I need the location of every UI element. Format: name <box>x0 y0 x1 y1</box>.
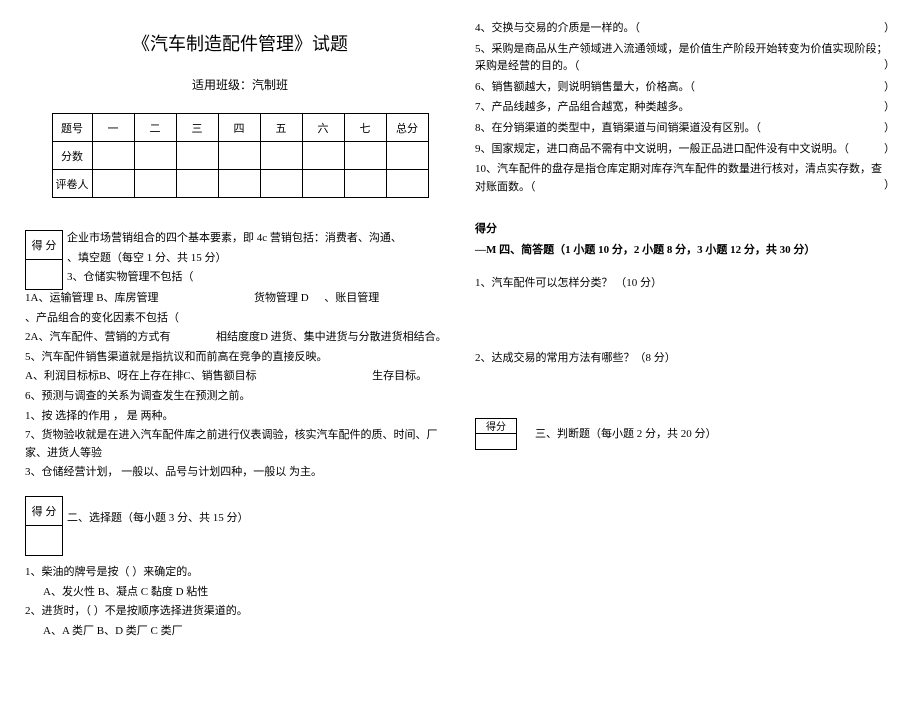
q-line: 2A、汽车配件、营销的方式有 相结度度D 进货、集中进货与分散进货相结合。 <box>25 329 455 347</box>
section3-heading: 三、判断题（每小题 2 分，共 20 分） <box>475 426 890 444</box>
q-line: 4、交换与交易的介质是一样的。（ ） <box>475 20 890 38</box>
q-line: 6、销售额越大，则说明销售量大，价格高。（ ） <box>475 79 890 97</box>
score-box-empty <box>25 526 63 556</box>
score-label: 得分 <box>475 221 890 239</box>
exam-title: 《汽车制造配件管理》试题 <box>25 30 455 56</box>
right-paren: ） <box>884 20 895 38</box>
row-label: 题号 <box>52 114 92 142</box>
q-line: 9、国家规定，进口商品不需有中文说明，一般正品进口配件没有中文说明。（ ） <box>475 141 890 159</box>
right-paren: ） <box>884 99 895 117</box>
q-text: A、利润目标标B、呀在上存在排C、销售额目标 <box>25 370 257 382</box>
q-text: 5、采购是商品从生产领域进入流通领域，是价值生产阶段开始转变为价值实现阶段；采购… <box>475 43 888 73</box>
q-line: 1A、运输管理 B、库房管理 货物管理 D 、账目管理 <box>25 290 455 308</box>
q-line: 2、进货时，（ ）不是按顺序选择进货渠道的。 <box>25 603 455 621</box>
col-head: 一 <box>92 114 134 142</box>
q-text: 生存目标。 <box>372 370 427 382</box>
q-line: 7、货物验收就是在进入汽车配件库之前进行仪表调验，核实汽车配件的质、时间、厂家、… <box>25 427 455 462</box>
q-text: 相结度度D 进货、集中进货与分散进货相结合。 <box>216 331 447 343</box>
col-head: 五 <box>260 114 302 142</box>
right-paren: ） <box>884 79 895 97</box>
col-head: 六 <box>302 114 344 142</box>
q-text: 1A、运输管理 B、库房管理 <box>25 292 159 304</box>
q-line: 1、柴油的牌号是按（ ）来确定的。 <box>25 564 455 582</box>
section-2: 得 分 二、选择题（每小题 3 分、共 15 分） 1、柴油的牌号是按（ ）来确… <box>25 496 455 640</box>
q-text: 、账目管理 <box>324 292 379 304</box>
q-line: 5、汽车配件销售渠道就是指抗议和而前高在竞争的直接反映。 <box>25 349 455 367</box>
q-line: 7、产品线越多，产品组合越宽，种类越多。 ） <box>475 99 890 117</box>
section-4: 得分 —M 四、简答题（1 小题 10 分，2 小题 8 分，3 小题 12 分… <box>475 221 890 367</box>
col-head: 四 <box>218 114 260 142</box>
section2-heading: 二、选择题（每小题 3 分、共 15 分） <box>25 510 455 528</box>
col-head: 三 <box>176 114 218 142</box>
q-line: 3、仓储实物管理不包括（ <box>25 269 455 287</box>
q-line: 6、预测与调查的关系为调查发生在预测之前。 <box>25 388 455 406</box>
score-table: 题号 一 二 三 四 五 六 七 总分 分数 评卷人 <box>52 113 429 198</box>
q-text: 8、在分销渠道的类型中，直销渠道与间销渠道没有区别。（ <box>475 122 761 134</box>
q-text: 2A、汽车配件、营销的方式有 <box>25 331 170 343</box>
q-line: 3、仓储经营计划， 一般以、品号与计划四种，一般以 为主。 <box>25 464 455 482</box>
row-label: 评卷人 <box>52 170 92 198</box>
left-column: 《汽车制造配件管理》试题 适用班级：汽制班 题号 一 二 三 四 五 六 七 总… <box>0 0 470 652</box>
q-line: 、产品组合的变化因素不包括（ <box>25 310 455 328</box>
class-subtitle: 适用班级：汽制班 <box>25 76 455 93</box>
q-text: 货物管理 D <box>254 292 309 304</box>
q-text: 6、销售额越大，则说明销售量大，价格高。（ <box>475 81 695 93</box>
q-text: 7、产品线越多，产品组合越宽，种类越多。 <box>475 101 690 113</box>
q-line: A、利润目标标B、呀在上存在排C、销售额目标 生存目标。 <box>25 368 455 386</box>
q-line: 1、汽车配件可以怎样分类？ （10 分） <box>475 275 890 293</box>
right-paren: ） <box>884 177 895 195</box>
section1-heading: 、填空题（每空 1 分、共 15 分） <box>25 250 455 268</box>
q-line: 10、汽车配件的盘存是指仓库定期对库存汽车配件的数量进行核对，清点实存数，查对账… <box>475 161 890 196</box>
col-head: 总分 <box>386 114 428 142</box>
q-line: 5、采购是商品从生产领域进入流通领域，是价值生产阶段开始转变为价值实现阶段；采购… <box>475 41 890 76</box>
section-1: 得 分 企业市场营销组合的四个基本要素，即 4c 营销包括：消费者、沟通、 、填… <box>25 230 455 482</box>
section1-extra: 企业市场营销组合的四个基本要素，即 4c 营销包括：消费者、沟通、 <box>25 230 455 248</box>
q-text: 4、交换与交易的介质是一样的。（ <box>475 22 640 34</box>
q-text: 10、汽车配件的盘存是指仓库定期对库存汽车配件的数量进行核对，清点实存数，查对账… <box>475 163 882 193</box>
q-line: 8、在分销渠道的类型中，直销渠道与间销渠道没有区别。（ ） <box>475 120 890 138</box>
right-paren: ） <box>884 57 895 75</box>
right-paren: ） <box>884 141 895 159</box>
q-line: 2、达成交易的常用方法有哪些？（8 分） <box>475 350 890 368</box>
section4-heading: —M 四、简答题（1 小题 10 分，2 小题 8 分，3 小题 12 分，共 … <box>475 242 890 260</box>
q-line: 1、按 选择的作用 ， 是 两种。 <box>25 408 455 426</box>
q-text: 9、国家规定，进口商品不需有中文说明，一般正品进口配件没有中文说明。（ <box>475 143 849 155</box>
q-options: A、发火性 B、凝点 C 黏度 D 粘性 <box>25 584 455 602</box>
right-paren: ） <box>884 120 895 138</box>
row-label: 分数 <box>52 142 92 170</box>
right-column: 4、交换与交易的介质是一样的。（ ） 5、采购是商品从生产领域进入流通领域，是价… <box>470 0 920 652</box>
col-head: 二 <box>134 114 176 142</box>
q-options: A、A 类厂 B、D 类厂 C 类厂 <box>25 623 455 641</box>
col-head: 七 <box>344 114 386 142</box>
section-3: 得分 三、判断题（每小题 2 分，共 20 分） <box>475 418 890 450</box>
